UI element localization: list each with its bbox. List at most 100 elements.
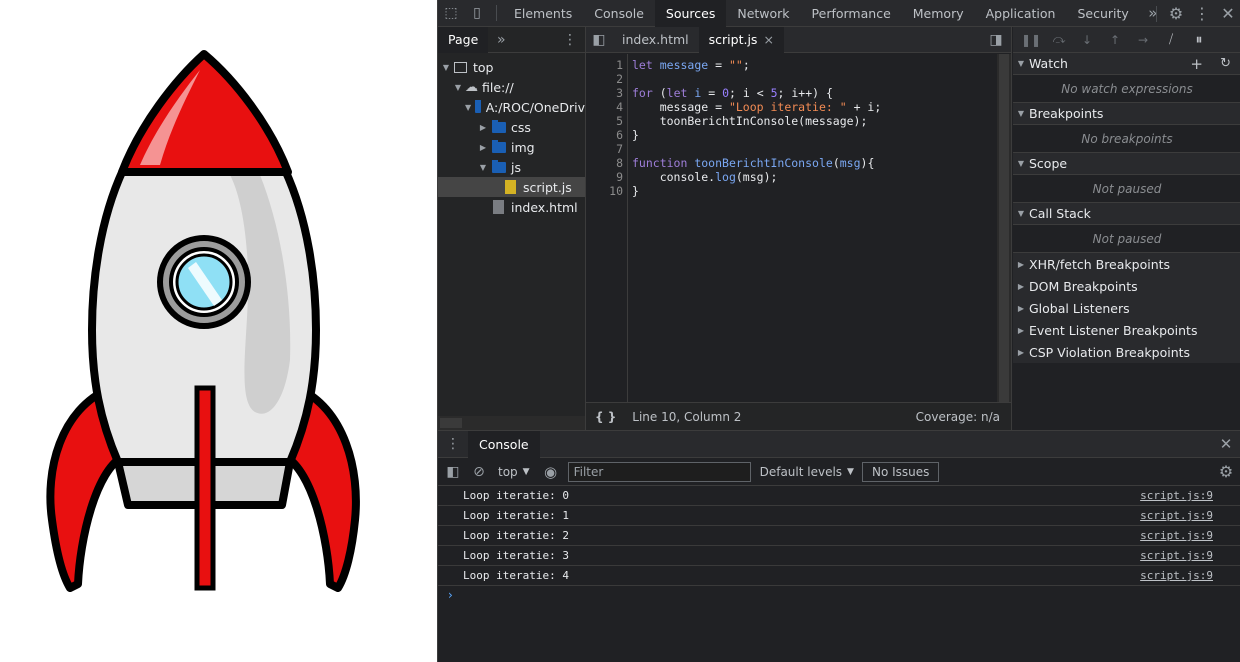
drawer-menu-icon[interactable]: ⋮ — [438, 431, 468, 458]
debugger-toolbar: ❚❚ ⤼ ↓ ↑ → ⧸ ⏸ — [1013, 27, 1240, 53]
devtools-window: ⬚ ▯ Elements Console Sources Network Per… — [437, 0, 1240, 662]
console-source-link[interactable]: script.js:9 — [1140, 549, 1213, 562]
tree-item-script-js[interactable]: script.js — [438, 177, 585, 197]
tree-item-root-folder[interactable]: ▼ A:/ROC/OneDriv — [438, 97, 585, 117]
code-content[interactable]: let message = ""; for (let i = 0; i < 5;… — [632, 54, 992, 402]
sources-navigator: Page » ⋮ ▼ top ▼ ☁ file:// ▼ A:/ROC/OneD… — [438, 26, 586, 430]
editor-tab-index-html[interactable]: index.html — [612, 27, 699, 53]
tree-item-index-html[interactable]: index.html — [438, 197, 585, 217]
section-global-listeners[interactable]: ▶ Global Listeners — [1013, 297, 1240, 319]
close-devtools-icon[interactable]: ✕ — [1215, 0, 1240, 27]
console-source-link[interactable]: script.js:9 — [1140, 489, 1213, 502]
step-into-icon[interactable]: ↓ — [1073, 27, 1101, 53]
deactivate-breakpoints-icon[interactable]: ⧸ — [1157, 27, 1185, 53]
step-over-icon[interactable]: ⤼ — [1045, 27, 1073, 53]
console-filter-input[interactable]: Filter — [567, 461, 751, 482]
pause-on-exceptions-icon[interactable]: ⏸ — [1185, 27, 1213, 53]
tab-security[interactable]: Security — [1066, 0, 1139, 27]
section-csp-violation-breakpoints[interactable]: ▶ CSP Violation Breakpoints — [1013, 341, 1240, 363]
section-call-stack-header[interactable]: ▼ Call Stack — [1013, 203, 1240, 225]
tree-item-file-origin[interactable]: ▼ ☁ file:// — [438, 77, 585, 97]
live-expression-eye-icon[interactable]: ◉ — [538, 458, 564, 485]
code-line: } — [632, 128, 639, 142]
line-number: 1 — [616, 58, 623, 72]
pretty-print-icon[interactable]: { } — [595, 410, 616, 424]
code-line: message = "Loop iteratie: " + i; — [632, 100, 882, 114]
tab-network[interactable]: Network — [726, 0, 800, 27]
context-selector[interactable]: top ▼ — [498, 465, 530, 479]
line-number: 9 — [616, 170, 623, 184]
section-xhr-breakpoints[interactable]: ▶ XHR/fetch Breakpoints — [1013, 253, 1240, 275]
show-sidebar-icon[interactable]: ◧ — [440, 458, 466, 485]
add-watch-icon[interactable]: + — [1190, 55, 1203, 73]
editor-tab-script-js[interactable]: script.js × — [698, 26, 784, 53]
tree-item-img[interactable]: ▶ img — [438, 137, 585, 157]
issues-button[interactable]: No Issues — [861, 461, 940, 482]
tab-memory[interactable]: Memory — [902, 0, 975, 27]
collapsed-triangle-icon: ▶ — [1017, 281, 1025, 291]
console-input[interactable] — [462, 586, 1232, 606]
navigator-menu-icon[interactable]: ⋮ — [557, 26, 583, 53]
expand-triangle-icon: ▼ — [1017, 209, 1025, 218]
tab-page[interactable]: Page — [438, 26, 489, 53]
coverage-status[interactable]: Coverage: n/a — [916, 410, 1000, 424]
more-options-icon[interactable]: ⋮ — [1189, 0, 1215, 27]
tree-item-css[interactable]: ▶ css — [438, 117, 585, 137]
tree-item-js[interactable]: ▼ js — [438, 157, 585, 177]
console-message-text: Loop iteratie: 0 — [463, 489, 569, 502]
toggle-navigator-icon[interactable]: ◧ — [586, 26, 612, 53]
scrollbar-thumb[interactable] — [999, 54, 1009, 402]
log-levels-label: Default levels — [759, 464, 843, 479]
section-watch-header[interactable]: ▼ Watch + ↻ — [1013, 53, 1240, 75]
folder-icon — [492, 139, 506, 153]
inspect-element-icon[interactable]: ⬚ — [438, 0, 464, 27]
tree-item-label: file:// — [482, 79, 514, 95]
code-line: toonBerichtInConsole(message); — [632, 114, 868, 128]
collapsed-triangle-icon: ▶ — [1017, 325, 1025, 335]
close-drawer-icon[interactable]: ✕ — [1213, 431, 1239, 458]
console-source-link[interactable]: script.js:9 — [1140, 569, 1213, 582]
tab-console[interactable]: Console — [583, 0, 655, 27]
step-out-icon[interactable]: ↑ — [1101, 27, 1129, 53]
expand-triangle-icon: ▼ — [1017, 159, 1025, 168]
section-title: Watch — [1029, 56, 1068, 71]
console-source-link[interactable]: script.js:9 — [1140, 529, 1213, 542]
console-toolbar: ◧ ⊘ top ▼ ◉ Filter Default levels ▼ No I… — [438, 458, 1240, 486]
section-scope-header[interactable]: ▼ Scope — [1013, 153, 1240, 175]
collapsed-triangle-icon: ▶ — [1017, 259, 1025, 269]
device-toolbar-icon[interactable]: ▯ — [464, 0, 490, 27]
refresh-watch-icon[interactable]: ↻ — [1220, 56, 1231, 71]
collapsed-triangle-icon: ▶ — [479, 142, 487, 152]
section-dom-breakpoints[interactable]: ▶ DOM Breakpoints — [1013, 275, 1240, 297]
console-source-link[interactable]: script.js:9 — [1140, 509, 1213, 522]
tab-application[interactable]: Application — [975, 0, 1067, 27]
tree-item-top[interactable]: ▼ top — [438, 57, 585, 77]
clear-console-icon[interactable]: ⊘ — [466, 458, 492, 485]
toggle-debugger-icon[interactable]: ◨ — [983, 26, 1009, 53]
console-settings-gear-icon[interactable]: ⚙ — [1213, 458, 1239, 485]
debugger-sidebar: ❚❚ ⤼ ↓ ↑ → ⧸ ⏸ ▼ Watch + ↻ No watch expr… — [1013, 27, 1240, 430]
console-message-text: Loop iteratie: 4 — [463, 569, 569, 582]
navigator-hscrollbar[interactable] — [438, 416, 585, 430]
tree-item-label: img — [511, 139, 535, 155]
editor-tab-label: script.js — [708, 32, 758, 47]
section-breakpoints-header[interactable]: ▼ Breakpoints — [1013, 103, 1240, 125]
tab-elements[interactable]: Elements — [503, 0, 583, 27]
editor-scrollbar[interactable] — [997, 54, 1011, 402]
section-event-listener-breakpoints[interactable]: ▶ Event Listener Breakpoints — [1013, 319, 1240, 341]
console-message-text: Loop iteratie: 2 — [463, 529, 569, 542]
section-title: DOM Breakpoints — [1029, 278, 1138, 294]
drawer-tab-console[interactable]: Console — [468, 430, 540, 458]
navigator-more-icon[interactable]: » — [488, 26, 514, 53]
log-levels-dropdown[interactable]: Default levels ▼ — [760, 465, 854, 479]
tab-performance[interactable]: Performance — [801, 0, 902, 27]
pause-icon[interactable]: ❚❚ — [1017, 27, 1045, 53]
tree-item-label: script.js — [523, 179, 572, 195]
settings-gear-icon[interactable]: ⚙ — [1163, 0, 1189, 27]
step-icon[interactable]: → — [1129, 27, 1157, 53]
tab-sources[interactable]: Sources — [654, 0, 727, 27]
section-title: Event Listener Breakpoints — [1029, 322, 1198, 338]
console-prompt-chevron-icon[interactable]: › — [448, 588, 453, 602]
folder-icon — [492, 119, 506, 133]
close-tab-icon[interactable]: × — [763, 32, 773, 47]
